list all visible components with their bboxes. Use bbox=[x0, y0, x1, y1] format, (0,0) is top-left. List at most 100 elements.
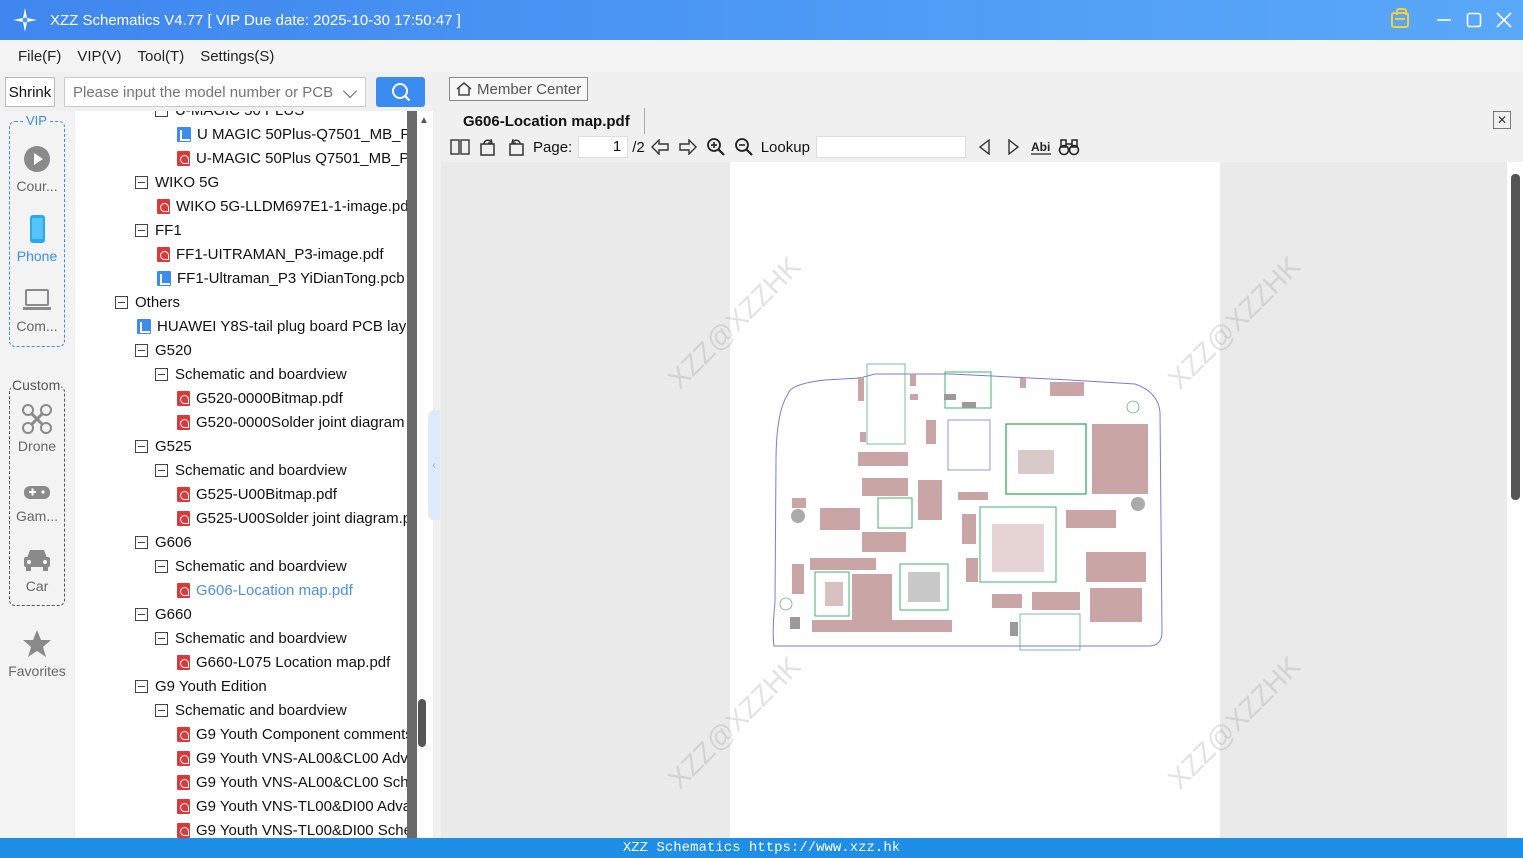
collapse-minus-icon[interactable] bbox=[135, 535, 148, 549]
collapse-minus-icon[interactable] bbox=[155, 703, 168, 717]
tree-row[interactable]: G660 bbox=[135, 602, 192, 626]
collapse-minus-icon[interactable] bbox=[155, 631, 168, 645]
pdf-file-icon bbox=[177, 774, 190, 790]
menu-bar: File(F) VIP(V) Tool(T) Settings(S) bbox=[0, 40, 1523, 72]
viewer-toolbar: Page: 1 /2 Lookup Abi bbox=[441, 134, 1523, 160]
viewer-scrollbar[interactable] bbox=[1507, 162, 1523, 838]
tree-row[interactable]: Schematic and boardview bbox=[155, 458, 347, 482]
category-phone[interactable]: Phone bbox=[0, 214, 74, 264]
tree-row[interactable]: Schematic and boardview bbox=[155, 554, 347, 578]
minimize-button[interactable] bbox=[1435, 11, 1453, 29]
close-tab-icon[interactable]: ✕ bbox=[1493, 111, 1511, 129]
collapse-minus-icon[interactable] bbox=[135, 343, 148, 357]
shrink-button[interactable]: Shrink bbox=[5, 77, 55, 107]
collapse-minus-icon[interactable] bbox=[155, 463, 168, 477]
app-logo-icon bbox=[13, 8, 37, 32]
title-bar: XZZ Schematics V4.77 [ VIP Due date: 202… bbox=[0, 0, 1523, 40]
zoom-in-icon[interactable] bbox=[705, 136, 727, 158]
category-car[interactable]: Car bbox=[0, 546, 74, 594]
find-previous-icon[interactable] bbox=[974, 136, 996, 158]
tree-row-label: G660 bbox=[155, 605, 192, 623]
tree-row[interactable]: G606-Location map.pdf bbox=[177, 578, 353, 602]
tree-row[interactable]: WIKO 5G bbox=[135, 170, 219, 194]
tree-row[interactable]: G520 bbox=[135, 338, 192, 362]
find-next-icon[interactable] bbox=[1002, 136, 1024, 158]
tree-row[interactable]: HUAWEI Y8S-tail plug board PCB layer bbox=[137, 314, 407, 338]
binoculars-icon[interactable] bbox=[1058, 136, 1080, 158]
rotate-left-icon[interactable] bbox=[477, 136, 499, 158]
lookup-input[interactable] bbox=[815, 136, 966, 158]
search-icon bbox=[391, 83, 410, 102]
member-center-button[interactable]: Member Center bbox=[449, 77, 588, 101]
match-case-icon[interactable]: Abi bbox=[1030, 136, 1052, 158]
tree-row[interactable]: U-MAGIC 50Plus Q7501_MB_P1 bbox=[177, 146, 407, 170]
maximize-button[interactable] bbox=[1465, 11, 1483, 29]
pcb-file-icon bbox=[177, 126, 191, 142]
collapse-minus-icon[interactable] bbox=[155, 111, 168, 117]
tree-row[interactable]: FF1-Ultraman_P3 YiDianTong.pcb bbox=[157, 266, 405, 290]
collapse-minus-icon[interactable] bbox=[135, 439, 148, 453]
page-number-input[interactable]: 1 bbox=[578, 136, 629, 158]
tree-row[interactable]: WIKO 5G-LLDM697E1-1-image.pdf bbox=[157, 194, 407, 218]
tree-row[interactable]: G9 Youth Edition bbox=[135, 674, 267, 698]
category-computer[interactable]: Com... bbox=[0, 286, 74, 334]
tree-row[interactable]: FF1-UITRAMAN_P3-image.pdf bbox=[157, 242, 384, 266]
model-search-combo[interactable] bbox=[64, 77, 366, 107]
menu-settings[interactable]: Settings(S) bbox=[200, 48, 274, 65]
collapse-minus-icon[interactable] bbox=[115, 295, 128, 309]
tree-row[interactable]: Schematic and boardview bbox=[155, 362, 347, 386]
next-page-icon[interactable] bbox=[677, 136, 699, 158]
category-game[interactable]: Gam... bbox=[0, 482, 74, 524]
tree-row[interactable]: G9 Youth VNS-AL00&CL00 Schematic bbox=[177, 770, 407, 794]
collapse-minus-icon[interactable] bbox=[135, 679, 148, 693]
previous-page-icon[interactable] bbox=[649, 136, 671, 158]
menu-tool[interactable]: Tool(T) bbox=[138, 48, 185, 65]
zoom-out-icon[interactable] bbox=[733, 136, 755, 158]
two-page-icon[interactable] bbox=[449, 136, 471, 158]
tree-row[interactable]: Others bbox=[115, 290, 180, 314]
category-label: Cour... bbox=[16, 178, 58, 194]
tree-row-label: G9 Youth VNS-TL00&DI00 Advanced bbox=[196, 797, 407, 815]
tree-row[interactable]: G520-0000Bitmap.pdf bbox=[177, 386, 343, 410]
viewer-scroll-thumb[interactable] bbox=[1511, 174, 1520, 500]
rotate-right-icon[interactable] bbox=[505, 136, 527, 158]
tree-row-label: G606 bbox=[155, 533, 192, 551]
menu-file[interactable]: File(F) bbox=[18, 48, 61, 65]
category-favorites[interactable]: Favorites bbox=[0, 629, 74, 679]
collapse-minus-icon[interactable] bbox=[135, 607, 148, 621]
menu-vip[interactable]: VIP(V) bbox=[77, 48, 121, 65]
document-tab[interactable]: G606-Location map.pdf bbox=[449, 108, 645, 134]
collapse-panel-handle[interactable]: ‹ bbox=[428, 410, 440, 520]
collapse-minus-icon[interactable] bbox=[135, 175, 148, 189]
vip-bag-icon[interactable] bbox=[1391, 8, 1409, 28]
tree-row[interactable]: G525 bbox=[135, 434, 192, 458]
tree-row[interactable]: G606 bbox=[135, 530, 192, 554]
search-button[interactable] bbox=[376, 77, 425, 107]
tree-row[interactable]: G9 Youth VNS-TL00&DI00 Schematic bbox=[177, 818, 407, 838]
tree-row[interactable]: G520-0000Solder joint diagram bbox=[177, 410, 404, 434]
tree-row[interactable]: G525-U00Solder joint diagram.pdf bbox=[177, 506, 407, 530]
tree-row[interactable]: G9 Youth Component comments bbox=[177, 722, 407, 746]
tree-row[interactable]: Schematic and boardview bbox=[155, 698, 347, 722]
tree-row[interactable]: G9 Youth VNS-AL00&CL00 Advanced bbox=[177, 746, 407, 770]
tree-row-label: U MAGIC 50Plus-Q7501_MB_P1 bbox=[197, 125, 407, 143]
model-search-input[interactable] bbox=[73, 83, 335, 101]
tree-row[interactable]: G660-L075 Location map.pdf bbox=[177, 650, 390, 674]
tree-row[interactable]: U-MAGIC 50 PLUS bbox=[155, 111, 304, 122]
tree-row[interactable]: G9 Youth VNS-TL00&DI00 Advanced bbox=[177, 794, 407, 818]
collapse-minus-icon[interactable] bbox=[155, 559, 168, 573]
tree-row[interactable]: U MAGIC 50Plus-Q7501_MB_P1 bbox=[177, 122, 407, 146]
tree-row[interactable]: G525-U00Bitmap.pdf bbox=[177, 482, 337, 506]
scroll-up-icon[interactable]: ▲ bbox=[419, 115, 429, 126]
tree-row[interactable]: FF1 bbox=[135, 218, 182, 242]
close-button[interactable] bbox=[1495, 11, 1513, 29]
category-course[interactable]: Cour... bbox=[0, 144, 74, 194]
category-drone[interactable]: Drone bbox=[0, 404, 74, 454]
chevron-down-icon[interactable] bbox=[342, 83, 358, 99]
tree-scroll-thumb[interactable] bbox=[418, 699, 426, 747]
pdf-viewport[interactable]: XZZ@XZZHK XZZ@XZZHK XZZ@XZZHK XZZ@XZZHK bbox=[441, 162, 1507, 838]
pcb-location-map bbox=[772, 363, 1163, 651]
collapse-minus-icon[interactable] bbox=[135, 223, 148, 237]
collapse-minus-icon[interactable] bbox=[155, 367, 168, 381]
tree-row[interactable]: Schematic and boardview bbox=[155, 626, 347, 650]
